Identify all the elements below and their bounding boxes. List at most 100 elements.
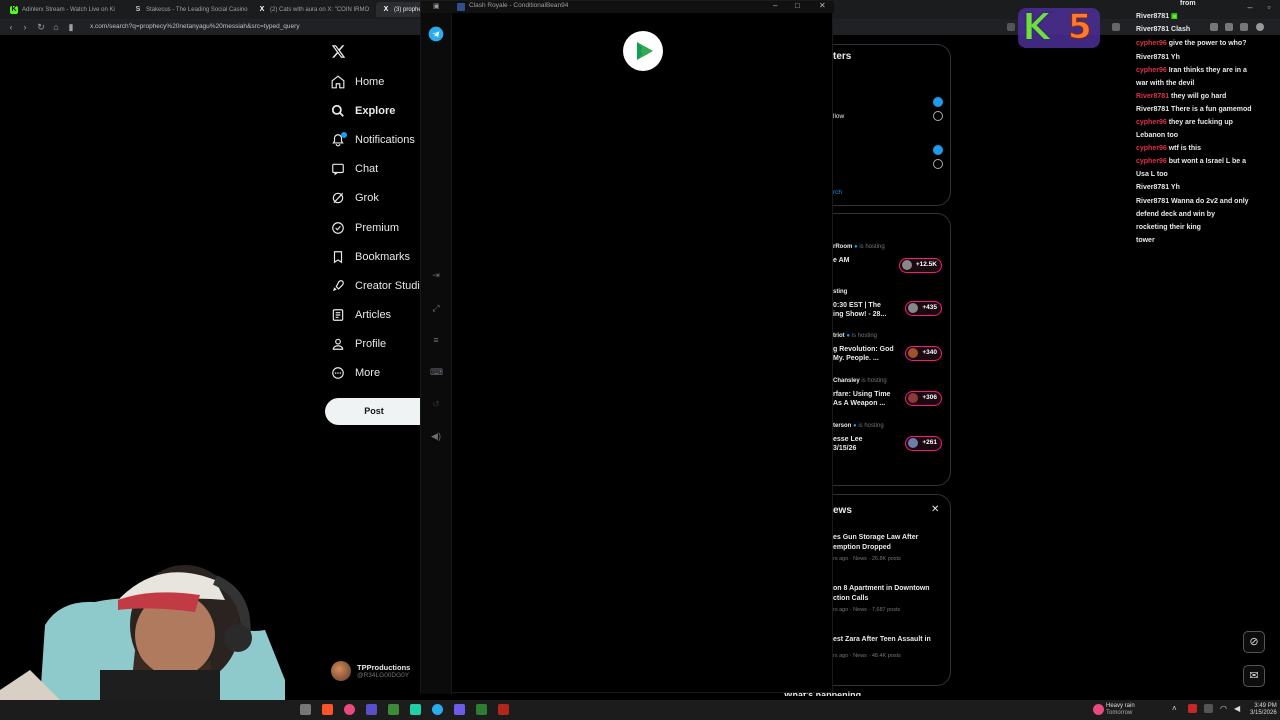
- k5-letter: K: [1021, 5, 1052, 49]
- listener-count: +306: [922, 394, 937, 401]
- app-icon[interactable]: [410, 704, 421, 715]
- space-item[interactable]: terson ● is hosting esse Lee 3/15/26 +26…: [833, 423, 948, 463]
- verified-icon: ●: [846, 333, 850, 339]
- space-item[interactable]: triot ● is hosting g Revolution: God My.…: [833, 333, 948, 373]
- rotate-icon[interactable]: ↺: [430, 398, 442, 410]
- nav-premium[interactable]: Premium: [331, 218, 399, 238]
- nav-label: Chat: [355, 163, 379, 175]
- nav-notifications[interactable]: Notifications: [331, 130, 415, 150]
- nav-label: More: [355, 367, 381, 379]
- account-switcher[interactable]: TPProductions @R34LG00DG0Y: [331, 661, 410, 681]
- messages-icon[interactable]: ✉: [1243, 665, 1265, 687]
- app-icon[interactable]: [388, 704, 399, 715]
- nav-articles[interactable]: Articles: [331, 305, 391, 325]
- listener-avatar: [902, 260, 912, 270]
- keyboard-icon[interactable]: ⌨: [430, 366, 443, 378]
- taskbar-app-icon[interactable]: [300, 704, 311, 715]
- game-window[interactable]: ▣ Clash Royale - ConditionalBean94 – □ ✕…: [420, 0, 834, 694]
- x-logo-icon[interactable]: [331, 44, 346, 59]
- chat-message: cypher96 but wont a Israel L be a Usa L …: [1136, 158, 1246, 178]
- space-item[interactable]: Chansley is hosting rfare: Using Time As…: [833, 378, 948, 418]
- webcam-image: [0, 540, 285, 700]
- browser-tab[interactable]: K Adinlerx Stream - Watch Live on Ki: [4, 2, 124, 17]
- space-item[interactable]: sting 0:30 EST | The ing Show! - 28... +…: [833, 289, 948, 329]
- close-icon[interactable]: ✕: [931, 504, 939, 515]
- weather-sub: Tomorrow: [1106, 710, 1133, 716]
- extension-icon[interactable]: [1007, 23, 1015, 31]
- chat-username: cypher96: [1136, 40, 1167, 47]
- chat-username: River8781: [1136, 198, 1170, 205]
- news-item[interactable]: on 8 Apartment in Downtown ction Calls r…: [833, 584, 948, 613]
- nav-profile[interactable]: Profile: [331, 334, 386, 354]
- volume-icon[interactable]: ◀: [1234, 705, 1240, 713]
- exit-icon[interactable]: ⇥: [430, 269, 442, 281]
- filter-radio-selected[interactable]: [933, 97, 943, 107]
- chat-message: River8781 There is a fun gamemod: [1136, 106, 1252, 113]
- news-item[interactable]: est Zara After Teen Assault in rs ago · …: [833, 635, 948, 659]
- premiere-icon[interactable]: [366, 704, 377, 715]
- space-title: e AM: [833, 257, 850, 264]
- browser-tab-active[interactable]: X (3) prophec: [376, 2, 426, 17]
- window-menu-icon[interactable]: ▣: [433, 2, 440, 10]
- clock[interactable]: 3:49 PM 3/15/2026: [1250, 703, 1277, 717]
- bell-wrapper: [331, 132, 347, 147]
- microphone-icon[interactable]: [1204, 704, 1213, 713]
- app-icon[interactable]: [344, 704, 355, 715]
- nav-label: Bookmarks: [355, 251, 411, 263]
- more-icon: [332, 367, 344, 379]
- telegram-icon[interactable]: [428, 26, 444, 42]
- browser-tab[interactable]: X (2) Cats with aura on X: "COIN IRMO: [252, 2, 372, 17]
- nav-home[interactable]: Home: [331, 72, 384, 92]
- advanced-search-link[interactable]: rch: [833, 189, 842, 196]
- chat-username: River8781: [1136, 184, 1170, 191]
- space-item[interactable]: rRoom ● is hosting e AM +12.5K: [833, 244, 948, 284]
- maximize-icon[interactable]: □: [795, 1, 800, 10]
- fullscreen-icon[interactable]: ⤢: [430, 302, 442, 314]
- listener-avatar: [908, 348, 918, 358]
- close-icon[interactable]: ✕: [819, 1, 826, 10]
- app-icon[interactable]: [454, 704, 465, 715]
- grok-button[interactable]: ⊘: [1243, 631, 1265, 653]
- tab-label: Stakecus - The Leading Social Casino: [146, 6, 248, 13]
- extension-icon[interactable]: [1112, 23, 1120, 31]
- nav-chat[interactable]: Chat: [331, 159, 378, 179]
- filter-radio[interactable]: [933, 111, 943, 121]
- chat-message: cypher96 they are fucking up Lebanon too: [1136, 119, 1233, 139]
- volume-icon[interactable]: ◀): [430, 430, 442, 442]
- nav-bookmarks[interactable]: Bookmarks: [331, 247, 410, 267]
- filter-radio-selected[interactable]: [933, 145, 943, 155]
- filter-radio[interactable]: [933, 159, 943, 169]
- premium-icon: [332, 222, 344, 234]
- wifi-icon[interactable]: ◠: [1220, 705, 1227, 713]
- settings-sliders-icon[interactable]: ≡: [430, 334, 442, 346]
- weather-widget[interactable]: Heavy rain Tomorrow: [1106, 703, 1135, 717]
- telegram-icon[interactable]: [432, 704, 443, 715]
- browser-tab[interactable]: S Stakecus - The Leading Social Casino: [128, 2, 248, 17]
- back-icon[interactable]: ‹: [5, 21, 17, 33]
- play-games-icon[interactable]: [476, 704, 487, 715]
- nav-grok[interactable]: Grok: [331, 188, 379, 208]
- minimize-icon[interactable]: –: [773, 1, 777, 10]
- tray-chevron-icon[interactable]: ˄: [1172, 705, 1177, 713]
- weather-icon[interactable]: [1093, 704, 1104, 715]
- k5-number: 5: [1068, 7, 1093, 48]
- bookmark-star-icon[interactable]: ▮: [65, 21, 77, 33]
- reload-icon[interactable]: ↻: [35, 21, 47, 33]
- news-item[interactable]: es Gun Storage Law After emption Dropped…: [833, 533, 948, 562]
- nav-creator-studio[interactable]: Creator Studio: [331, 276, 426, 296]
- brave-icon[interactable]: [322, 704, 333, 715]
- nav-explore[interactable]: Explore: [331, 101, 395, 121]
- chat-username: River8781: [1136, 106, 1170, 113]
- news-meta: rs ago · News · 26.8K posts: [833, 556, 901, 562]
- tray-app-icon[interactable]: [1188, 704, 1197, 713]
- taskbar: Heavy rain Tomorrow ˄ ◠ ◀ 3:49 PM 3/15/2…: [0, 700, 1280, 720]
- listener-avatar: [908, 393, 918, 403]
- chat-message: River8781 ▣: [1136, 10, 1280, 23]
- url-field[interactable]: x.com/search?q=prophecy%20netanyagu%20me…: [90, 22, 420, 32]
- forward-icon[interactable]: ›: [19, 21, 31, 33]
- app-icon[interactable]: [498, 704, 509, 715]
- nav-more[interactable]: More: [331, 363, 380, 383]
- space-title: 0:30 EST | The ing Show! - 28...: [833, 302, 887, 318]
- rocket-icon: [332, 280, 344, 292]
- home-icon[interactable]: ⌂: [50, 21, 62, 33]
